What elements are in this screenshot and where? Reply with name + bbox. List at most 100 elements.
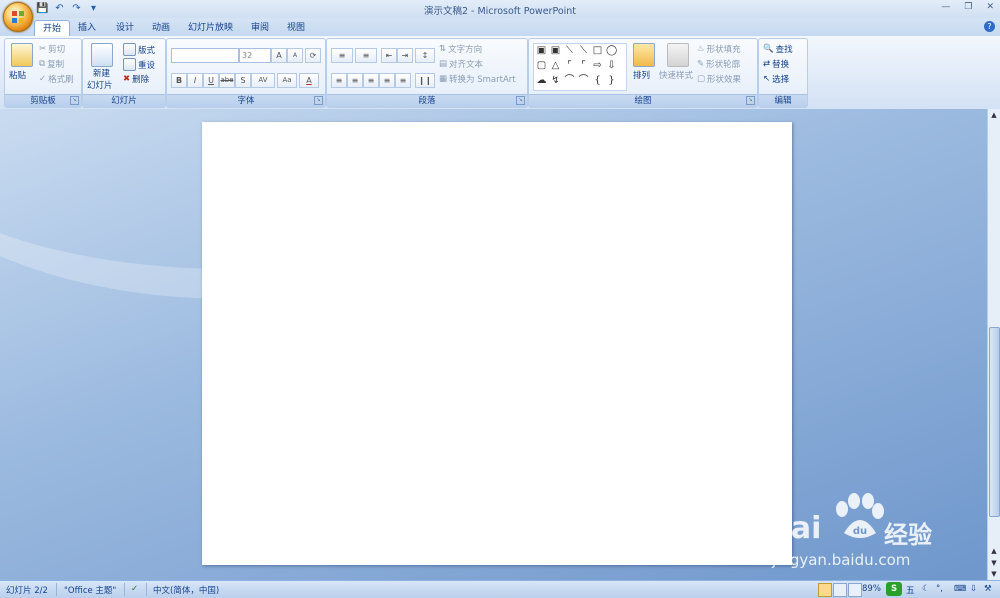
increase-indent-icon[interactable]: ⇥ <box>397 48 413 63</box>
new-slide-label-1[interactable]: 新建 <box>93 67 110 79</box>
textbox-shape-icon[interactable]: ▣ <box>536 46 547 56</box>
rounded-rect-shape-icon[interactable]: ▢ <box>536 61 547 71</box>
sorter-view-icon[interactable] <box>833 583 847 597</box>
arrow-line-shape-icon[interactable]: ⟍ <box>578 46 589 56</box>
decrease-indent-icon[interactable]: ⇤ <box>381 48 397 63</box>
drawing-launcher-icon[interactable]: ↘ <box>746 96 755 105</box>
restore-icon[interactable]: ❐ <box>964 2 972 12</box>
text-direction-button[interactable]: ⇅ 文字方向 <box>439 43 482 55</box>
tab-review[interactable]: 审阅 <box>243 20 277 36</box>
office-button[interactable] <box>3 2 33 32</box>
prev-slide-icon[interactable]: ▲ <box>990 547 998 555</box>
right-brace-shape-icon[interactable]: } <box>606 76 617 86</box>
copy-button[interactable]: ⧉ 复制 <box>39 58 64 70</box>
line-spacing-icon[interactable]: ↕ <box>415 48 435 63</box>
arc-shape-icon[interactable]: ⌒ <box>564 76 575 86</box>
moon-icon[interactable]: ☾ <box>922 584 930 594</box>
zoom-level[interactable]: 89% <box>862 584 881 594</box>
help-icon[interactable]: ? <box>984 21 995 32</box>
font-launcher-icon[interactable]: ↘ <box>314 96 323 105</box>
italic-button[interactable]: I <box>187 73 203 88</box>
layout-button[interactable]: 版式 <box>123 43 155 56</box>
shapes-gallery[interactable]: ▣ ▣ ⟍ ⟍ □ ◯ ▢ △ ⌜ ⌜ ⇨ ⇩ ☁ ↯ ⌒ ⌒ { } <box>533 43 627 91</box>
bullets-icon[interactable]: ≡ <box>331 48 353 63</box>
line-shape-icon[interactable]: ⟍ <box>564 46 575 56</box>
distribute-icon[interactable]: ≡ <box>395 73 411 88</box>
grow-font-button[interactable]: A <box>271 48 287 63</box>
select-button[interactable]: ↖ 选择 <box>763 73 789 85</box>
scroll-thumb[interactable] <box>989 327 1000 517</box>
strikethrough-button[interactable]: abe <box>219 73 235 88</box>
triangle-shape-icon[interactable]: △ <box>550 61 561 71</box>
close-icon[interactable]: ✕ <box>986 2 994 12</box>
font-size-combo[interactable]: 32 <box>239 48 271 63</box>
delete-button[interactable]: ✖ 删除 <box>123 73 149 85</box>
paste-icon[interactable] <box>11 43 33 67</box>
format-painter-button[interactable]: ✓ 格式刷 <box>39 73 74 85</box>
curve-shape-icon[interactable]: ⌒ <box>578 76 589 86</box>
ime-menu-icon[interactable]: ⇩ <box>970 584 977 594</box>
sogou-ime-icon[interactable]: S <box>886 582 902 596</box>
quick-styles-button[interactable]: 快速样式 <box>659 69 693 81</box>
spellcheck-icon[interactable]: ✓ <box>131 584 138 594</box>
elbow-arrow-shape-icon[interactable]: ⌜ <box>578 61 589 71</box>
bold-button[interactable]: B <box>171 73 187 88</box>
new-slide-icon[interactable] <box>91 43 113 67</box>
left-brace-shape-icon[interactable]: { <box>592 76 603 86</box>
shape-effects-button[interactable]: ▢ 形状效果 <box>697 73 741 85</box>
slideshow-view-icon[interactable] <box>848 583 862 597</box>
justify-icon[interactable]: ≡ <box>379 73 395 88</box>
font-color-button[interactable]: A <box>299 73 319 88</box>
align-left-icon[interactable]: ≡ <box>331 73 347 88</box>
ime-mode[interactable]: 五 <box>906 584 915 596</box>
clipboard-launcher-icon[interactable]: ↘ <box>70 96 79 105</box>
align-text-button[interactable]: ▤ 对齐文本 <box>439 58 483 70</box>
tab-design[interactable]: 设计 <box>108 20 142 36</box>
scroll-up-icon[interactable]: ▲ <box>990 111 998 119</box>
elbow-connector-shape-icon[interactable]: ⌜ <box>564 61 575 71</box>
slide-canvas[interactable] <box>202 122 792 565</box>
normal-view-icon[interactable] <box>818 583 832 597</box>
find-button[interactable]: 🔍 查找 <box>763 43 793 55</box>
minimize-icon[interactable]: — <box>941 2 950 12</box>
rectangle-shape-icon[interactable]: □ <box>592 46 603 56</box>
next-slide-icon[interactable]: ▼ <box>990 559 998 567</box>
arrange-icon[interactable] <box>633 43 655 67</box>
quick-styles-icon[interactable] <box>667 43 689 67</box>
cloud-shape-icon[interactable]: ☁ <box>536 76 547 86</box>
font-name-combo[interactable] <box>171 48 239 63</box>
smartart-button[interactable]: ▦ 转换为 SmartArt <box>439 73 516 85</box>
columns-icon[interactable]: ❙❙ <box>415 73 435 88</box>
align-center-icon[interactable]: ≡ <box>347 73 363 88</box>
new-slide-label-2[interactable]: 幻灯片 <box>87 79 113 91</box>
clear-format-icon[interactable]: ⟳ <box>305 48 321 63</box>
tab-slideshow[interactable]: 幻灯片放映 <box>180 20 241 36</box>
lightning-shape-icon[interactable]: ↯ <box>550 76 561 86</box>
tab-home[interactable]: 开始 <box>34 20 71 37</box>
cut-button[interactable]: ✂ 剪切 <box>39 43 65 55</box>
tab-view[interactable]: 视图 <box>279 20 313 36</box>
change-case-button[interactable]: Aa <box>277 73 297 88</box>
tools-icon[interactable]: ⚒ <box>984 584 992 594</box>
shape-fill-button[interactable]: ♨ 形状填充 <box>697 43 741 55</box>
tab-insert[interactable]: 插入 <box>70 20 104 36</box>
right-arrow-shape-icon[interactable]: ⇨ <box>592 61 603 71</box>
char-spacing-button[interactable]: AV <box>251 73 275 88</box>
vertical-textbox-shape-icon[interactable]: ▣ <box>550 46 561 56</box>
shape-outline-button[interactable]: ✎ 形状轮廓 <box>697 58 740 70</box>
align-right-icon[interactable]: ≡ <box>363 73 379 88</box>
tab-animations[interactable]: 动画 <box>144 20 178 36</box>
punctuation-icon[interactable]: °, <box>936 584 943 594</box>
shadow-button[interactable]: S <box>235 73 251 88</box>
oval-shape-icon[interactable]: ◯ <box>606 46 617 56</box>
scroll-down-icon[interactable]: ▼ <box>990 570 998 578</box>
underline-button[interactable]: U <box>203 73 219 88</box>
shrink-font-button[interactable]: A <box>287 48 303 63</box>
language-indicator[interactable]: 中文(简体，中国) <box>153 584 219 596</box>
replace-button[interactable]: ⇄ 替换 <box>763 58 789 70</box>
arrange-button[interactable]: 排列 <box>633 69 650 81</box>
vertical-scrollbar[interactable]: ▲ ▲ ▼ ▼ <box>987 109 1000 580</box>
paste-button[interactable]: 粘贴 <box>9 69 26 81</box>
keyboard-icon[interactable]: ⌨ <box>954 584 966 594</box>
down-arrow-shape-icon[interactable]: ⇩ <box>606 61 617 71</box>
